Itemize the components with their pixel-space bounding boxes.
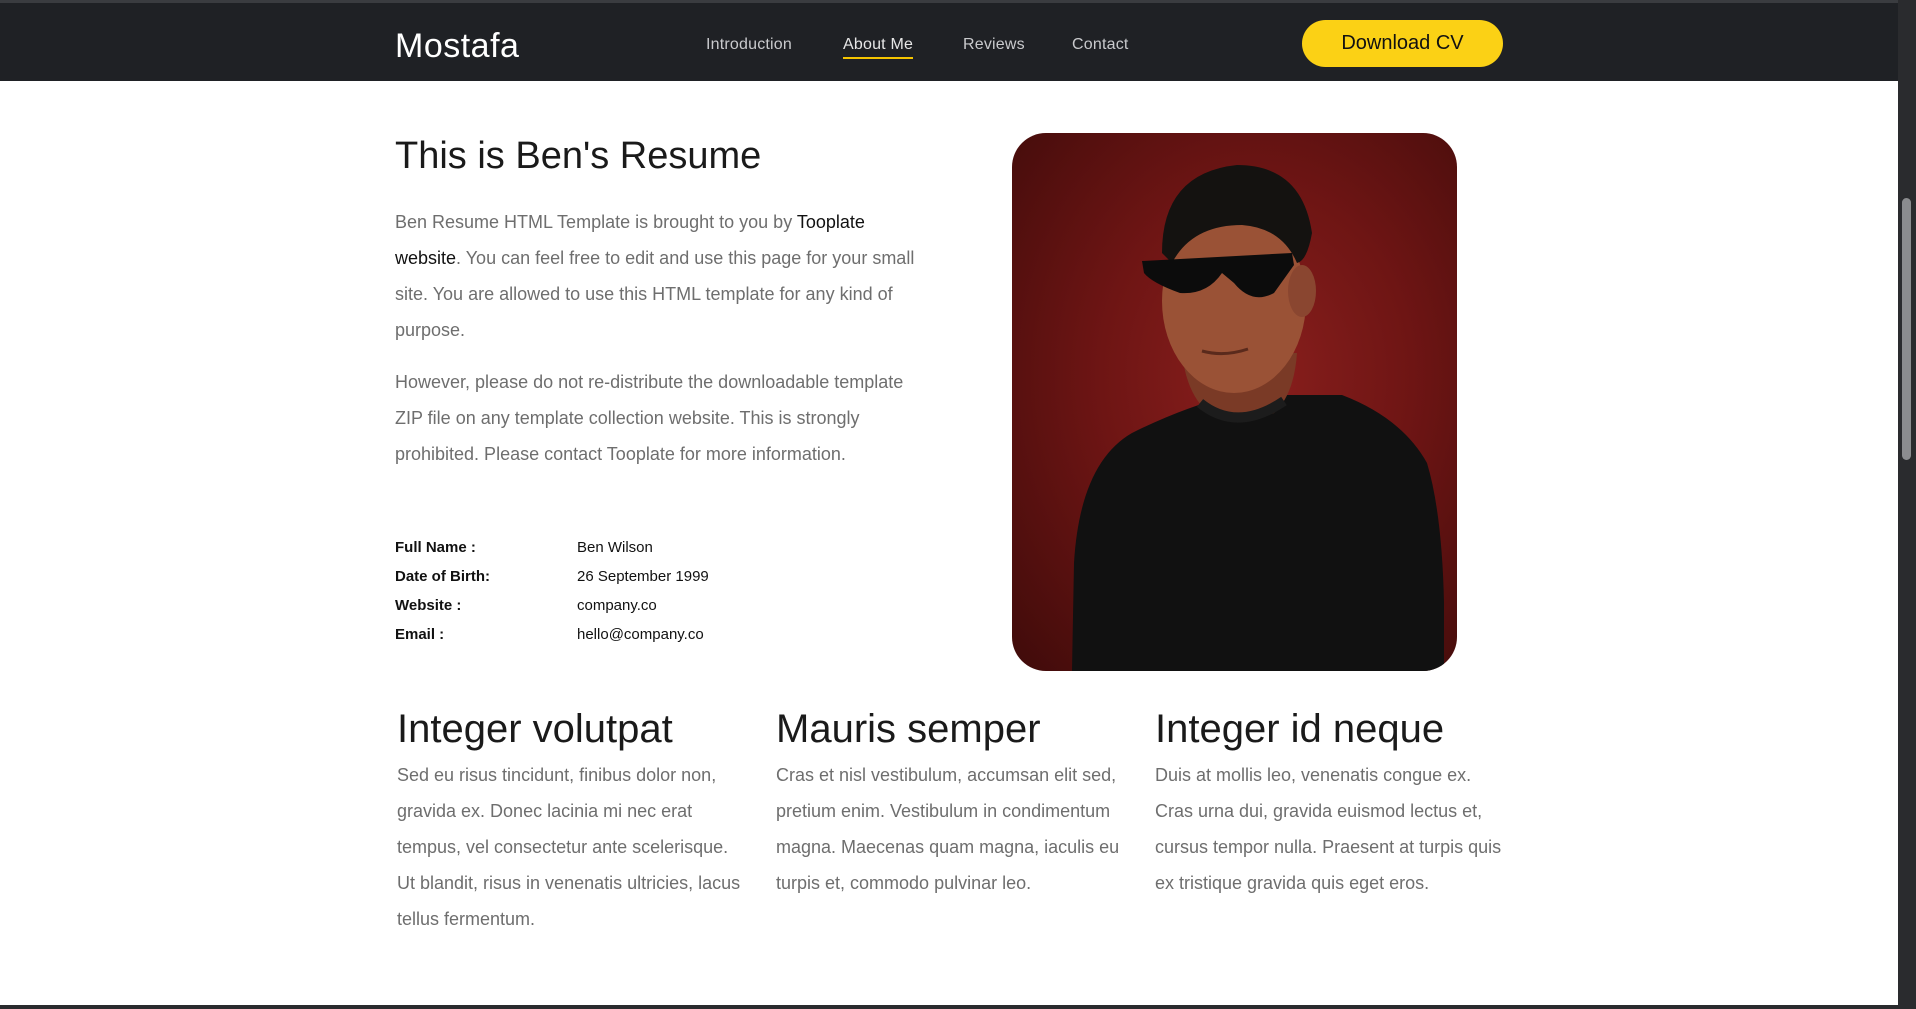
nav-link-about-me[interactable]: About Me (843, 36, 914, 59)
info-value: hello@company.co (577, 626, 704, 643)
feature-column: Integer id neque Duis at mollis leo, ven… (1155, 707, 1505, 901)
info-label: Website : (395, 597, 462, 614)
nav-link-introduction[interactable]: Introduction (706, 36, 792, 54)
nav-link-contact[interactable]: Contact (1072, 36, 1129, 54)
feature-title: Integer volutpat (397, 707, 673, 751)
download-cv-button[interactable]: Download CV (1302, 20, 1503, 67)
feature-title: Mauris semper (776, 707, 1041, 751)
notice-paragraph: However, please do not re-distribute the… (395, 372, 904, 464)
scrollbar-thumb[interactable] (1902, 198, 1911, 460)
brand-logo[interactable]: Mostafa (395, 27, 519, 66)
info-value: 26 September 1999 (577, 568, 709, 585)
nav-link-reviews[interactable]: Reviews (963, 36, 1025, 54)
feature-column: Integer volutpat Sed eu risus tincidunt,… (397, 707, 747, 937)
info-row-website: Website : company.co (395, 591, 815, 620)
intro-text-start: Ben Resume HTML Template is brought to y… (395, 212, 797, 232)
page-viewport: Mostafa Introduction About Me Reviews Co… (0, 0, 1898, 1005)
feature-text: Sed eu risus tincidunt, finibus dolor no… (397, 765, 741, 929)
window-bottom-edge (0, 1005, 1916, 1009)
profile-photo (1012, 133, 1457, 671)
intro-paragraph: Ben Resume HTML Template is brought to y… (395, 204, 935, 348)
info-row-full-name: Full Name : Ben Wilson (395, 533, 815, 562)
info-label: Email : (395, 626, 445, 643)
info-row-email: Email : hello@company.co (395, 620, 815, 649)
personal-info-table: Full Name : Ben Wilson Date of Birth: 26… (395, 533, 815, 649)
feature-text: Duis at mollis leo, venenatis congue ex.… (1155, 765, 1502, 893)
feature-column: Mauris semper Cras et nisl vestibulum, a… (776, 707, 1126, 901)
info-value: company.co (577, 597, 657, 614)
info-row-date-of-birth: Date of Birth: 26 September 1999 (395, 562, 815, 591)
navbar: Mostafa Introduction About Me Reviews Co… (0, 0, 1898, 81)
info-value: Ben Wilson (577, 539, 653, 556)
info-label: Full Name : (395, 539, 476, 556)
feature-text: Cras et nisl vestibulum, accumsan elit s… (776, 765, 1120, 893)
resume-title: This is Ben's Resume (395, 135, 762, 177)
intro-text-end: . You can feel free to edit and use this… (395, 248, 915, 340)
feature-title: Integer id neque (1155, 707, 1445, 751)
info-label: Date of Birth: (395, 568, 490, 585)
